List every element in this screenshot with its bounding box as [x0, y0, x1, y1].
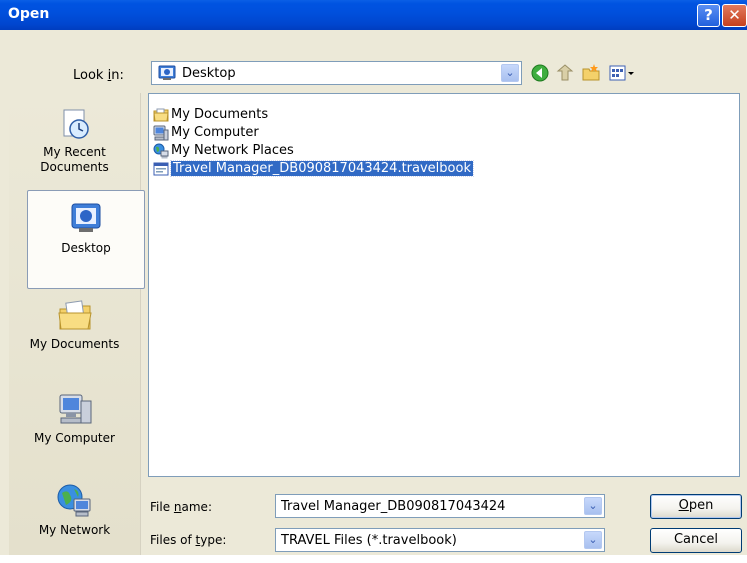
filename-dropdown-button[interactable]: ⌄: [584, 497, 602, 515]
close-button[interactable]: ✕: [722, 4, 747, 27]
help-icon: ?: [704, 6, 713, 24]
lookin-dropdown-button[interactable]: ⌄: [501, 64, 519, 82]
filetype-value: TRAVEL Files (*.travelbook): [281, 533, 457, 548]
lookin-combobox[interactable]: Desktop ⌄: [151, 61, 522, 85]
desktop-small-icon: [158, 65, 176, 80]
open-button[interactable]: Open: [650, 494, 742, 519]
my-computer-icon: [59, 394, 91, 424]
list-item[interactable]: My Documents: [153, 106, 268, 124]
lookin-label: Look in:: [73, 68, 124, 83]
place-desktop[interactable]: Desktop: [27, 190, 145, 289]
place-my-recent-documents[interactable]: My Recent Documents: [9, 107, 140, 175]
filename-input[interactable]: Travel Manager_DB090817043424 ⌄: [275, 494, 605, 518]
new-folder-icon[interactable]: [581, 63, 601, 83]
chevron-down-icon: ⌄: [588, 533, 598, 546]
list-item[interactable]: My Network Places: [153, 142, 294, 160]
back-icon[interactable]: [530, 63, 550, 83]
title-bar[interactable]: Open ? ✕: [0, 0, 747, 30]
close-icon: ✕: [728, 6, 741, 24]
view-menu-icon[interactable]: [608, 63, 636, 83]
list-item[interactable]: My Computer: [153, 124, 259, 142]
travelbook-file-icon: [153, 162, 169, 176]
help-button[interactable]: ?: [697, 4, 720, 27]
network-places-icon: [153, 143, 169, 159]
lookin-value: Desktop: [182, 66, 236, 81]
place-my-documents[interactable]: My Documents: [9, 299, 140, 352]
my-documents-folder-icon: [57, 300, 92, 330]
filetype-dropdown-button[interactable]: ⌄: [584, 531, 602, 549]
chevron-down-icon: ⌄: [588, 499, 598, 512]
recent-documents-icon: [63, 109, 89, 139]
filetype-select[interactable]: TRAVEL Files (*.travelbook) ⌄: [275, 528, 605, 552]
up-folder-icon[interactable]: [555, 63, 575, 83]
desktop-icon: [71, 203, 101, 232]
place-my-computer[interactable]: My Computer: [9, 391, 140, 446]
places-bar: My Recent Documents Desktop My Documents: [9, 93, 145, 555]
open-dialog: Open ? ✕ Look in: Desktop ⌄ My Recent Do…: [0, 0, 747, 555]
file-list[interactable]: My Documents My Computer My Network Plac…: [148, 93, 740, 477]
folder-icon: [153, 108, 169, 122]
computer-icon: [153, 125, 169, 141]
filename-value: Travel Manager_DB090817043424: [281, 499, 506, 514]
filename-label: File name:: [150, 500, 212, 514]
place-my-network[interactable]: My Network: [9, 483, 140, 538]
list-item-selected[interactable]: Travel Manager_DB090817043424.travelbook: [153, 160, 474, 178]
chevron-down-icon: ⌄: [505, 66, 515, 79]
filetype-label: Files of type:: [150, 533, 227, 547]
window-title: Open: [8, 6, 50, 22]
cancel-button[interactable]: Cancel: [650, 528, 742, 553]
my-network-icon: [57, 484, 90, 517]
